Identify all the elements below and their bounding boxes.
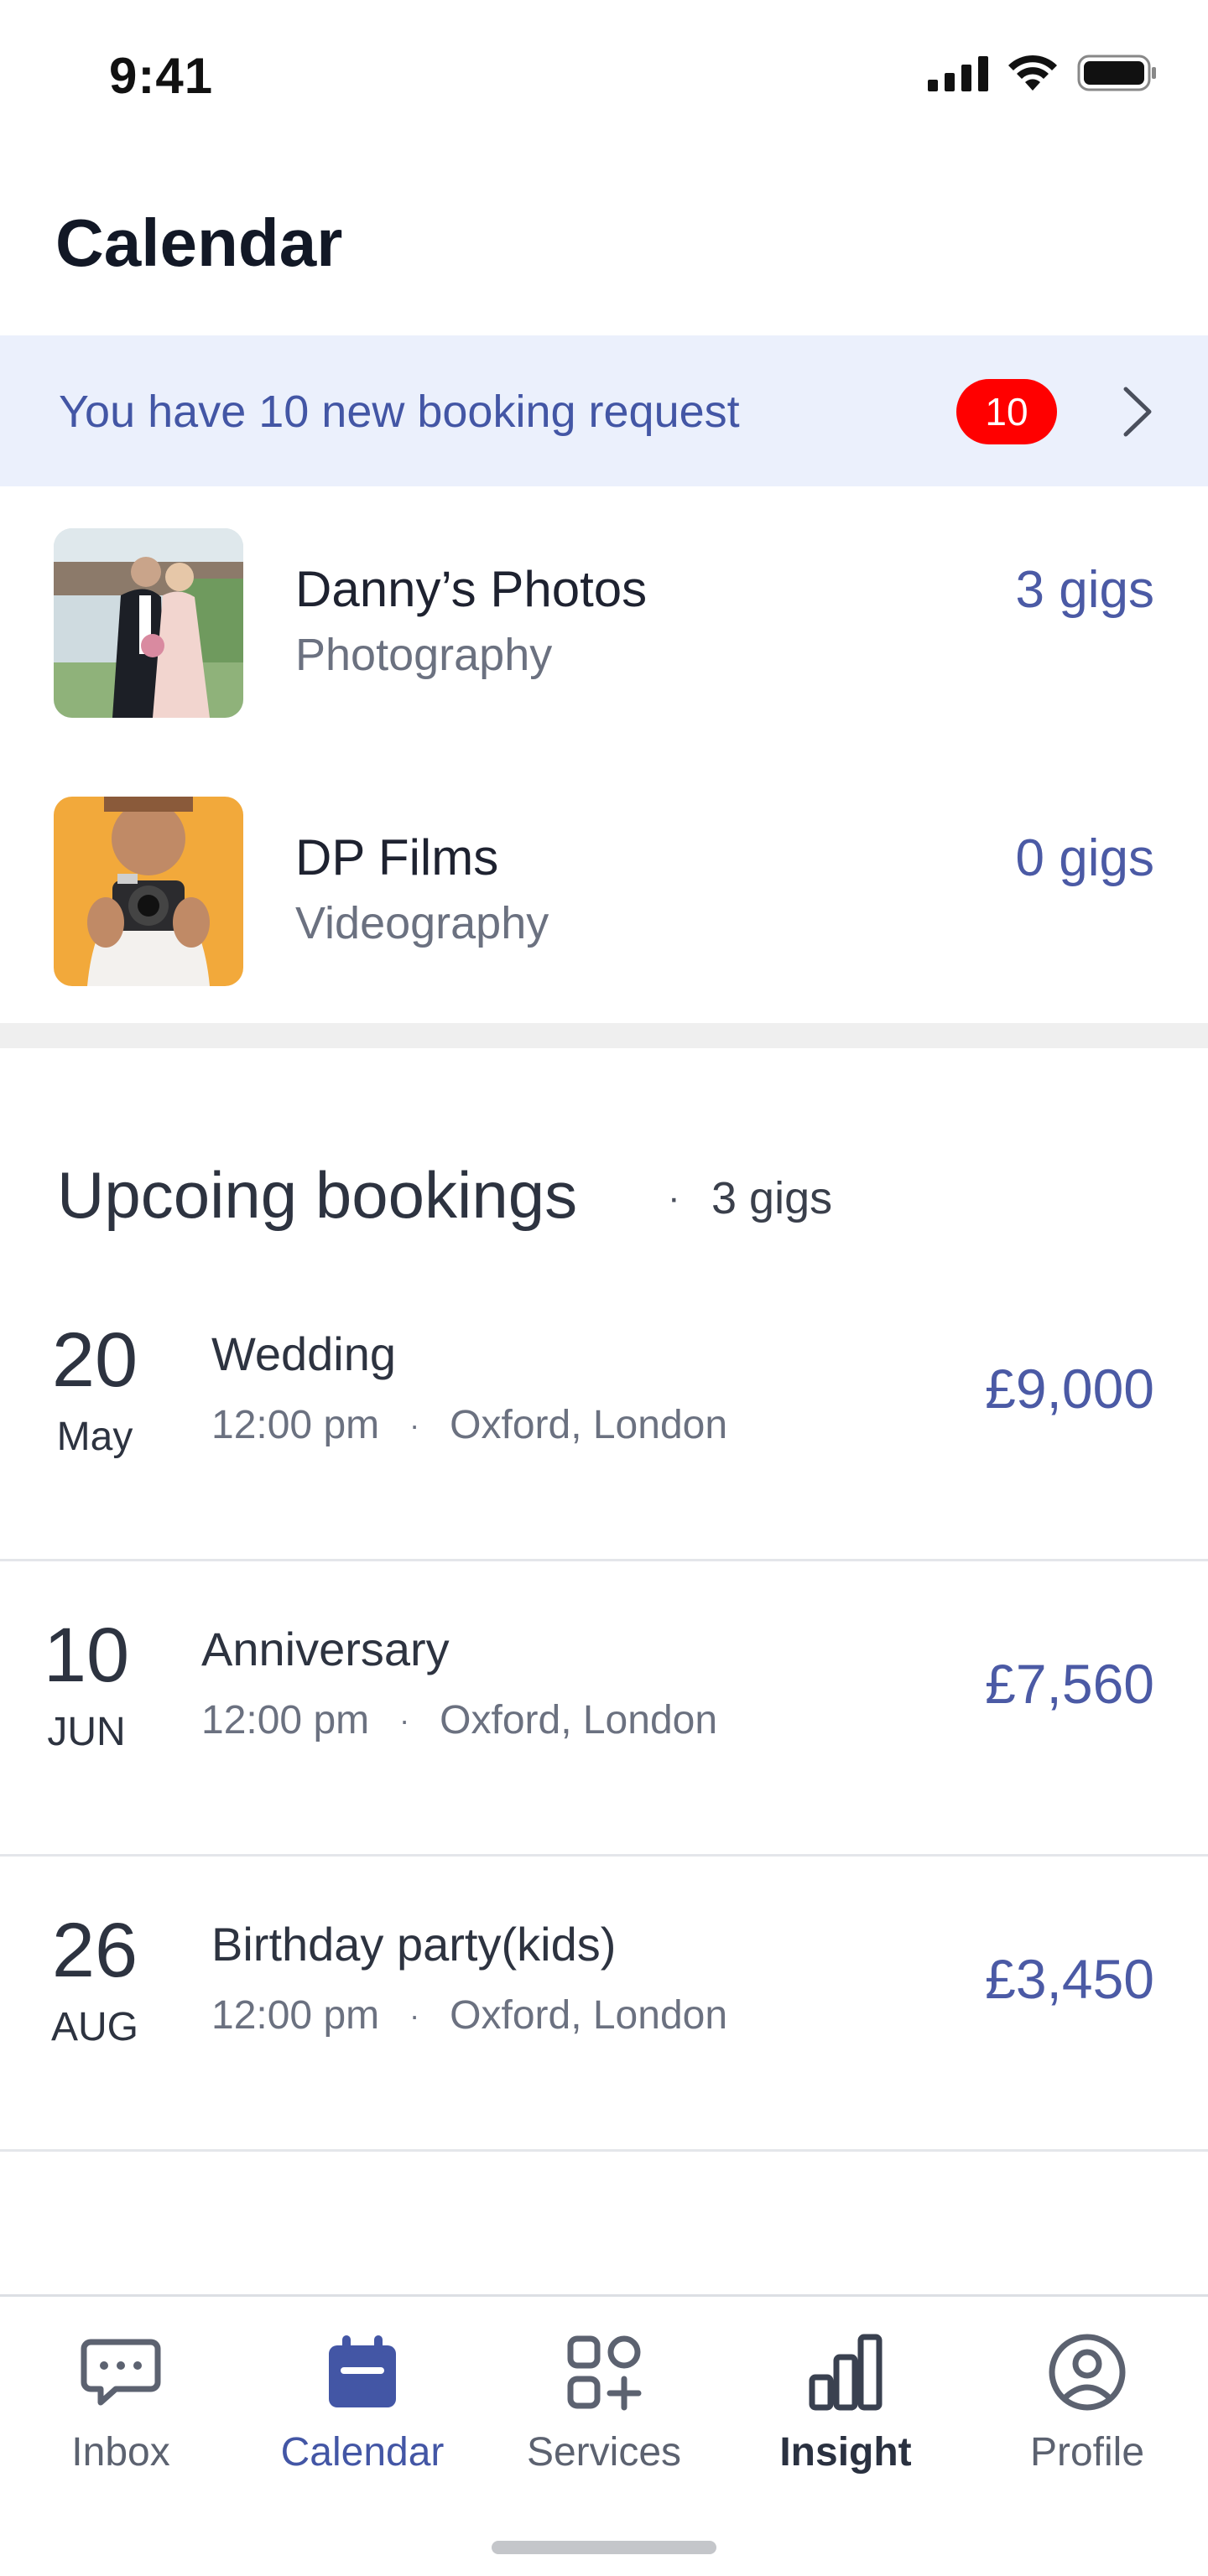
chat-icon bbox=[81, 2339, 161, 2406]
booking-time: 12:00 pm bbox=[211, 1403, 380, 1447]
service-name: DP Films bbox=[295, 829, 499, 886]
booking-location: Oxford, London bbox=[440, 1698, 718, 1742]
booking-location: Oxford, London bbox=[450, 1403, 728, 1447]
meta-separator: · bbox=[399, 1702, 410, 1737]
booking-time: 12:00 pm bbox=[201, 1698, 370, 1742]
tab-label: Insight bbox=[779, 2430, 912, 2475]
profile-icon bbox=[1049, 2334, 1126, 2411]
chevron-right-icon[interactable] bbox=[1117, 382, 1158, 441]
meta-separator: · bbox=[409, 1997, 420, 2033]
tab-inbox[interactable]: Inbox bbox=[0, 2322, 242, 2506]
booking-price: £7,560 bbox=[985, 1653, 1154, 1715]
wifi-icon bbox=[1008, 55, 1057, 91]
bottom-tab-bar: Inbox Calendar Services Insight Profile bbox=[0, 2294, 1208, 2576]
booking-meta: 12:00 pm · Oxford, London bbox=[211, 1992, 727, 2038]
banner-text: You have 10 new booking request bbox=[59, 387, 740, 437]
booking-title: Wedding bbox=[211, 1327, 397, 1380]
booking-row-wedding[interactable]: 20 May Wedding 12:00 pm · Oxford, London… bbox=[0, 1266, 1208, 1561]
status-bar: 9:41 bbox=[0, 0, 1208, 151]
booking-day: 10 bbox=[43, 1613, 130, 1698]
booking-price: £3,450 bbox=[985, 1948, 1154, 2010]
booking-meta: 12:00 pm · Oxford, London bbox=[211, 1402, 727, 1448]
battery-icon bbox=[1077, 55, 1156, 91]
service-row-dannys-photos[interactable]: Danny’s Photos Photography 3 gigs bbox=[0, 486, 1208, 755]
page-title: Calendar bbox=[55, 205, 343, 280]
booking-title: Birthday party(kids) bbox=[211, 1918, 617, 1971]
service-thumbnail bbox=[54, 797, 243, 986]
booking-row-birthday-party[interactable]: 26 AUG Birthday party(kids) 12:00 pm · O… bbox=[0, 1857, 1208, 2152]
service-row-dp-films[interactable]: DP Films Videography 0 gigs bbox=[0, 755, 1208, 1023]
tab-profile[interactable]: Profile bbox=[966, 2322, 1208, 2506]
booking-month: May bbox=[56, 1415, 133, 1459]
tab-insight[interactable]: Insight bbox=[725, 2322, 966, 2506]
booking-time: 12:00 pm bbox=[211, 1993, 380, 2038]
service-category: Photography bbox=[295, 630, 553, 680]
service-gig-count: 3 gigs bbox=[1015, 561, 1154, 619]
tab-calendar[interactable]: Calendar bbox=[242, 2322, 483, 2506]
booking-day: 26 bbox=[51, 1908, 138, 1993]
home-indicator bbox=[492, 2541, 716, 2554]
booking-location: Oxford, London bbox=[450, 1993, 728, 2038]
bar-chart-icon bbox=[809, 2334, 883, 2411]
tab-label: Profile bbox=[1029, 2430, 1145, 2475]
request-count-badge: 10 bbox=[956, 379, 1057, 444]
booking-request-banner[interactable]: You have 10 new booking request 10 bbox=[0, 335, 1208, 486]
booking-price: £9,000 bbox=[985, 1358, 1154, 1420]
tab-services[interactable]: Services bbox=[483, 2322, 725, 2506]
booking-meta: 12:00 pm · Oxford, London bbox=[201, 1697, 717, 1743]
signal-icon bbox=[928, 56, 988, 91]
wedding-photo-icon bbox=[54, 528, 243, 718]
booking-month: JUN bbox=[47, 1710, 126, 1754]
service-thumbnail bbox=[54, 528, 243, 718]
booking-row-anniversary[interactable]: 10 JUN Anniversary 12:00 pm · Oxford, Lo… bbox=[0, 1561, 1208, 1857]
service-name: Danny’s Photos bbox=[295, 561, 648, 617]
upcoming-bookings-title: Upcoing bookings bbox=[57, 1158, 578, 1232]
services-grid-icon bbox=[567, 2335, 642, 2411]
meta-separator: · bbox=[409, 1407, 420, 1442]
booking-month: AUG bbox=[50, 2005, 138, 2049]
section-divider bbox=[0, 1023, 1208, 1048]
tab-label: Services bbox=[526, 2430, 682, 2475]
status-icons bbox=[928, 54, 1158, 92]
booking-day: 20 bbox=[51, 1317, 138, 1403]
booking-title: Anniversary bbox=[201, 1623, 450, 1675]
calendar-icon bbox=[329, 2335, 396, 2407]
photographer-photo-icon bbox=[54, 797, 243, 986]
tab-label: Calendar bbox=[280, 2430, 445, 2475]
service-category: Videography bbox=[295, 898, 549, 948]
status-time: 9:41 bbox=[109, 48, 214, 104]
service-gig-count: 0 gigs bbox=[1015, 829, 1154, 887]
upcoming-bookings-count: 3 gigs bbox=[711, 1173, 833, 1223]
tab-label: Inbox bbox=[71, 2430, 170, 2475]
title-separator: · bbox=[668, 1177, 680, 1218]
